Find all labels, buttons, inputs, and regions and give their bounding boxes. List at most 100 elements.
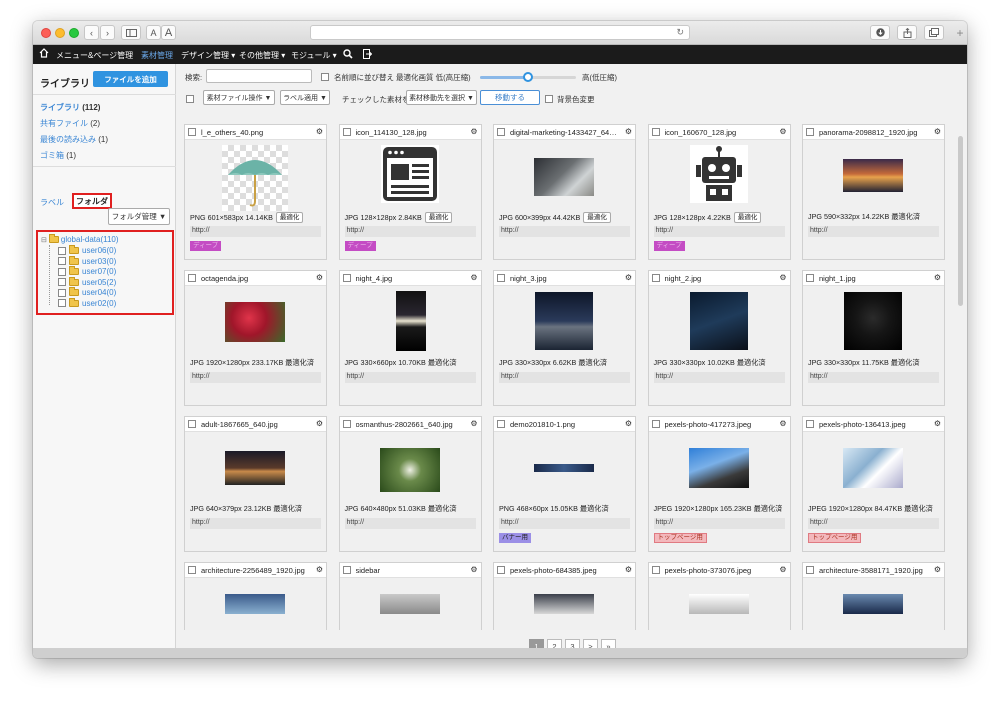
thumbnail-image[interactable] <box>534 594 594 614</box>
file-url-field[interactable]: http:// <box>808 518 939 529</box>
file-url-field[interactable]: http:// <box>499 226 630 237</box>
gear-icon[interactable]: ⚙ <box>316 419 323 428</box>
optimize-button[interactable]: 最適化 <box>424 212 453 223</box>
gear-icon[interactable]: ⚙ <box>470 273 477 282</box>
material-card[interactable]: icon_114130_128.jpg ⚙ JPG 128×128px 2.84KB… <box>338 124 482 260</box>
material-card[interactable]: adult-1867665_640.jpg ⚙ JPG 640×379px 23.1… <box>184 416 327 552</box>
gear-icon[interactable]: ⚙ <box>934 273 941 282</box>
gear-icon[interactable]: ⚙ <box>625 419 632 428</box>
thumbnail-image[interactable] <box>689 145 748 203</box>
gear-icon[interactable]: ⚙ <box>934 419 941 428</box>
card-select-checkbox[interactable] <box>342 420 351 428</box>
gear-icon[interactable]: ⚙ <box>934 565 941 574</box>
vertical-scrollbar[interactable] <box>958 136 963 306</box>
add-file-button[interactable]: ファイルを追加 <box>93 71 168 87</box>
file-url-field[interactable]: http:// <box>653 372 785 383</box>
sort-by-name-checkbox[interactable] <box>321 73 329 81</box>
folder-checkbox[interactable] <box>58 246 66 255</box>
folder-user06[interactable]: user06(0) <box>58 245 116 255</box>
folder-user04[interactable]: user04(0) <box>58 287 116 297</box>
folder-checkbox[interactable] <box>58 299 66 307</box>
folder-user07[interactable]: user07(0) <box>58 266 116 276</box>
folder-checkbox[interactable] <box>58 267 66 276</box>
optimize-button[interactable]: 最適化 <box>583 212 611 223</box>
downloads-button[interactable] <box>870 25 890 40</box>
file-url-field[interactable]: http:// <box>190 372 321 383</box>
thumbnail-image[interactable] <box>379 594 440 614</box>
card-select-checkbox[interactable] <box>497 420 505 428</box>
optimize-button[interactable]: 最適化 <box>275 212 304 223</box>
card-select-checkbox[interactable] <box>188 420 196 428</box>
card-select-checkbox[interactable] <box>806 128 814 136</box>
material-card[interactable]: osmanthus-2802661_640.jpg ⚙ JPG 640×480px … <box>338 416 482 552</box>
folder-checkbox[interactable] <box>58 257 66 265</box>
gear-icon[interactable]: ⚙ <box>625 273 632 282</box>
file-url-field[interactable]: http:// <box>499 518 630 529</box>
optimize-button[interactable]: 最適化 <box>733 212 762 223</box>
gear-icon[interactable]: ⚙ <box>470 419 477 428</box>
thumbnail-image[interactable] <box>395 291 426 351</box>
thumbnail-image[interactable] <box>843 448 903 488</box>
logout-icon[interactable] <box>363 49 373 61</box>
gear-icon[interactable]: ⚙ <box>625 565 632 574</box>
address-bar[interactable]: ↻ <box>310 25 690 40</box>
thumbnail-image[interactable] <box>222 145 288 211</box>
thumbnail-image[interactable] <box>688 594 749 614</box>
folder-root-global-data[interactable]: ⊟ global-data(110) <box>41 234 119 244</box>
collapse-toggle-icon[interactable]: ⊟ <box>41 236 47 244</box>
card-select-checkbox[interactable] <box>342 566 351 574</box>
card-select-checkbox[interactable] <box>497 128 505 136</box>
material-card[interactable]: demo201810-1.png ⚙ PNG 468×60px 15.05KB 最適… <box>493 416 636 552</box>
nav-design[interactable]: デザイン管理 ▾ <box>181 50 235 61</box>
gear-icon[interactable]: ⚙ <box>316 565 323 574</box>
library-link[interactable]: ライブラリ (112) <box>40 102 100 113</box>
material-card[interactable]: pexels-photo-417273.jpeg ⚙ JPEG 1920×1280p… <box>647 416 791 552</box>
home-icon[interactable] <box>39 48 49 60</box>
sidebar-toggle-button[interactable] <box>121 25 141 40</box>
folder-checkbox[interactable] <box>58 278 66 286</box>
material-card[interactable]: night_3.jpg ⚙ JPG 330×330px 6.62KB 最適化済 htt… <box>493 270 636 406</box>
thumbnail-image[interactable] <box>379 448 440 492</box>
thumbnail-image[interactable] <box>225 451 285 485</box>
material-card[interactable]: icon_160670_128.jpg ⚙ JPG 128×128px 4.22KB… <box>647 124 791 260</box>
file-url-field[interactable]: http:// <box>653 226 785 237</box>
thumbnail-image[interactable] <box>380 145 439 203</box>
gear-icon[interactable]: ⚙ <box>779 273 786 282</box>
nav-other[interactable]: その他管理 ▾ <box>239 50 285 61</box>
material-card[interactable]: night_2.jpg ⚙ JPG 330×330px 10.02KB 最適化済 ht… <box>647 270 791 406</box>
gear-icon[interactable]: ⚙ <box>779 127 786 136</box>
thumbnail-image[interactable] <box>535 292 593 350</box>
folder-user03[interactable]: user03(0) <box>58 255 116 266</box>
tab-folder[interactable]: フォルダ <box>72 193 112 209</box>
new-tab-button[interactable]: + <box>953 25 967 41</box>
card-select-checkbox[interactable] <box>188 128 196 136</box>
material-card[interactable]: pexels-photo-373076.jpeg ⚙ <box>647 562 791 630</box>
material-card[interactable]: architecture-3588171_1920.jpg ⚙ <box>802 562 945 630</box>
material-card[interactable]: pexels-photo-684385.jpeg ⚙ <box>493 562 636 630</box>
reload-icon[interactable]: ↻ <box>676 27 684 38</box>
card-select-checkbox[interactable] <box>651 128 660 136</box>
search-icon[interactable] <box>343 49 353 61</box>
material-card[interactable]: octagenda.jpg ⚙ JPG 1920×1280px 233.17KB 最… <box>184 270 327 406</box>
folder-checkbox[interactable] <box>58 288 66 297</box>
file-url-field[interactable]: http:// <box>653 518 785 529</box>
gear-icon[interactable]: ⚙ <box>316 273 323 282</box>
minimize-window-button[interactable] <box>55 28 65 38</box>
file-url-field[interactable]: http:// <box>344 372 476 383</box>
card-select-checkbox[interactable] <box>651 566 660 574</box>
thumbnail-image[interactable] <box>844 292 902 350</box>
material-card[interactable]: night_4.jpg ⚙ JPG 330×660px 10.70KB 最適化済 ht… <box>338 270 482 406</box>
thumbnail-image[interactable] <box>843 159 903 192</box>
nav-materials[interactable]: 素材管理 <box>141 50 173 61</box>
close-window-button[interactable] <box>41 28 51 38</box>
file-operations-dropdown[interactable]: 素材ファイル操作 ▼ <box>203 90 275 105</box>
file-url-field[interactable]: http:// <box>190 226 321 237</box>
tabs-overview-button[interactable] <box>924 25 944 40</box>
card-select-checkbox[interactable] <box>497 274 505 282</box>
thumbnail-image[interactable] <box>225 594 285 614</box>
quality-slider[interactable] <box>480 72 576 82</box>
material-card[interactable]: pexels-photo-136413.jpeg ⚙ JPEG 1920×1280p… <box>802 416 945 552</box>
folder-user02[interactable]: user02(0) <box>58 297 116 308</box>
forward-button[interactable]: › <box>100 25 115 40</box>
card-select-checkbox[interactable] <box>188 274 196 282</box>
